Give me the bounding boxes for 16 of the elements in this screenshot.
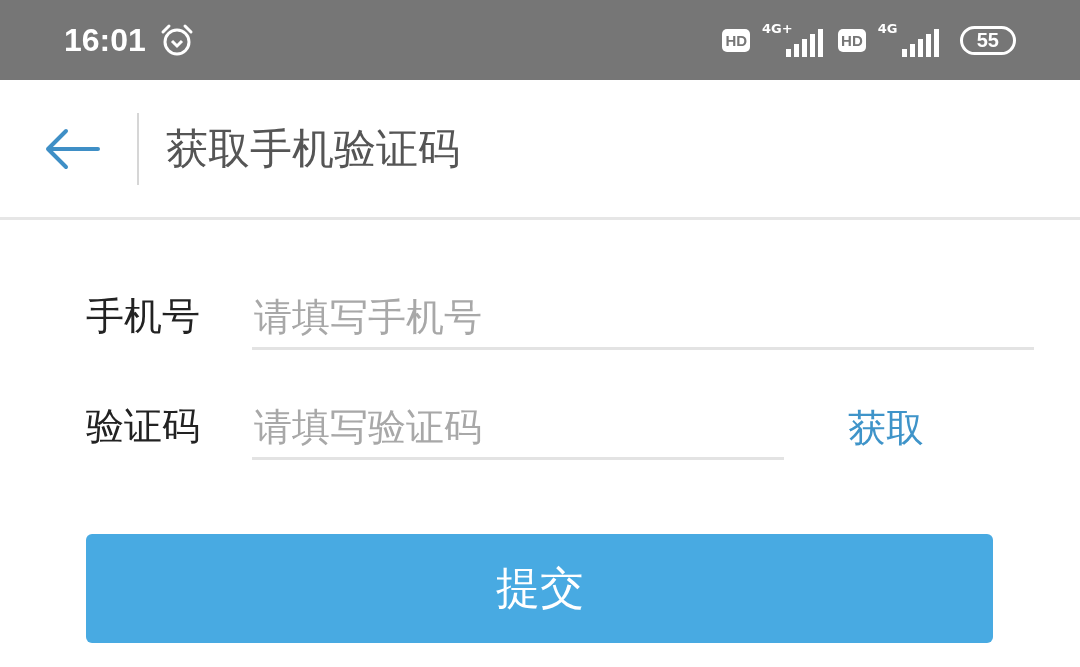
hd-badge: HD [722, 28, 751, 52]
submit-button[interactable]: 提交 [86, 534, 993, 643]
signal-icon [899, 29, 940, 57]
hd-badge: HD [838, 28, 866, 52]
back-arrow-icon[interactable] [44, 126, 100, 171]
get-code-link[interactable]: 获取 [848, 403, 924, 460]
clock-time: 16:01 [64, 21, 146, 59]
input-field[interactable]: 请填写手机号 [252, 295, 1034, 350]
field-label: 验证码 [86, 403, 201, 450]
network-type: 4G+ [762, 21, 793, 36]
field-label: 手机号 [86, 293, 201, 340]
page-title: 获取手机验证码 [166, 122, 460, 175]
battery-indicator: 55 [959, 25, 1016, 55]
input-field[interactable]: 请填写验证码 [252, 405, 784, 460]
network-type: 4G [877, 21, 898, 36]
alarm-clock-icon [159, 23, 194, 57]
